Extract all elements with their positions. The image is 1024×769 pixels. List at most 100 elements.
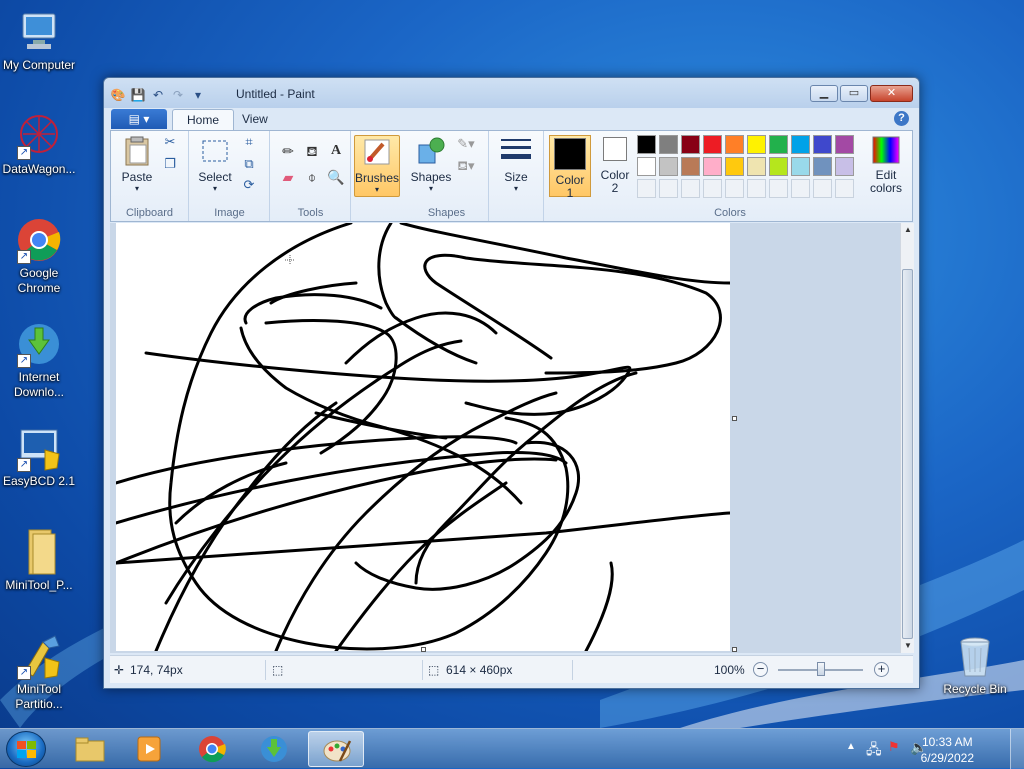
magnifier-icon[interactable]: 🔍: [325, 165, 347, 187]
palette-swatch[interactable]: [637, 135, 656, 154]
zoom-in-button[interactable]: +: [874, 662, 889, 677]
desktop-icon-label: MiniTool Partitio...: [15, 682, 63, 711]
desktop-icon-minitool-folder[interactable]: MiniTool_P...: [0, 528, 81, 593]
palette-swatch[interactable]: [703, 157, 722, 176]
palette-swatch[interactable]: [835, 157, 854, 176]
save-icon[interactable]: 💾: [130, 87, 146, 103]
desktop-icon-easybcd[interactable]: ↗ EasyBCD 2.1: [0, 424, 81, 489]
select-button[interactable]: Select ▾: [194, 135, 236, 193]
paste-button[interactable]: Paste ▾: [117, 135, 157, 193]
palette-swatch[interactable]: [637, 157, 656, 176]
palette-swatch[interactable]: [813, 135, 832, 154]
palette-swatch[interactable]: [769, 135, 788, 154]
scroll-thumb[interactable]: [902, 269, 913, 639]
close-button[interactable]: ✕: [870, 85, 913, 102]
resize-handle-corner[interactable]: [732, 647, 737, 652]
palette-swatch[interactable]: [703, 135, 722, 154]
pencil-icon[interactable]: ✏: [277, 139, 299, 161]
desktop-icon-recycle-bin[interactable]: Recycle Bin: [933, 632, 1017, 697]
show-desktop-button[interactable]: [1010, 729, 1024, 769]
custom-color-slot[interactable]: [725, 179, 744, 198]
maximize-button[interactable]: ▭: [840, 85, 868, 102]
scroll-up-icon[interactable]: ▲: [901, 223, 915, 237]
vertical-scrollbar[interactable]: ▲ ▼: [900, 223, 914, 653]
action-center-icon[interactable]: ⚑: [888, 739, 900, 755]
paint-app-icon[interactable]: 🎨: [110, 87, 126, 103]
palette-swatch[interactable]: [791, 135, 810, 154]
redo-icon[interactable]: ↷: [170, 87, 186, 103]
network-icon[interactable]: 🖧: [866, 739, 882, 763]
custom-color-slot[interactable]: [835, 179, 854, 198]
palette-swatch[interactable]: [747, 135, 766, 154]
title-bar[interactable]: 🎨 💾 ↶ ↷ ▾ Untitled - Paint ▁ ▭ ✕: [104, 78, 919, 108]
help-icon[interactable]: ?: [894, 111, 909, 126]
palette-swatch[interactable]: [835, 135, 854, 154]
rotate-icon[interactable]: ⟳: [240, 176, 258, 194]
desktop-icon-my-computer[interactable]: My Computer: [0, 8, 81, 73]
crop-icon[interactable]: ⌗: [240, 133, 258, 151]
edit-colors-icon: [872, 136, 900, 164]
size-button[interactable]: Size ▾: [496, 135, 536, 193]
brushes-button[interactable]: Brushes ▾: [354, 135, 400, 197]
copy-icon[interactable]: ❐: [161, 155, 179, 173]
shapes-button[interactable]: Shapes ▾: [409, 135, 453, 193]
taskbar-internet-download-manager[interactable]: [246, 731, 302, 767]
custom-color-slot[interactable]: [813, 179, 832, 198]
color1-button[interactable]: Color 1: [549, 135, 591, 200]
fill-shape-icon[interactable]: ⛾▾: [457, 157, 475, 175]
zoom-out-button[interactable]: −: [753, 662, 768, 677]
palette-swatch[interactable]: [791, 157, 810, 176]
undo-icon[interactable]: ↶: [150, 87, 166, 103]
custom-color-slot[interactable]: [791, 179, 810, 198]
edit-colors-button[interactable]: Edit colors: [863, 135, 909, 195]
zoom-slider-thumb[interactable]: [817, 662, 825, 676]
drawing-canvas[interactable]: [114, 223, 732, 653]
color2-button[interactable]: Color 2: [595, 135, 635, 197]
palette-swatch[interactable]: [681, 157, 700, 176]
color-picker-icon[interactable]: ⌽: [301, 165, 323, 187]
palette-swatch[interactable]: [681, 135, 700, 154]
palette-swatch[interactable]: [747, 157, 766, 176]
palette-swatch[interactable]: [659, 135, 678, 154]
palette-swatch[interactable]: [659, 157, 678, 176]
resize-icon[interactable]: ⧉: [240, 155, 258, 173]
custom-color-slot[interactable]: [769, 179, 788, 198]
paint-window: 🎨 💾 ↶ ↷ ▾ Untitled - Paint ▁ ▭ ✕ ▤ ▾ Hom…: [103, 77, 920, 689]
start-button[interactable]: [6, 731, 46, 767]
custom-color-slot[interactable]: [703, 179, 722, 198]
desktop-icon-internet-download[interactable]: ↗ Internet Downlo...: [0, 320, 81, 400]
shortcut-arrow-icon: ↗: [17, 146, 31, 160]
group-label: Image: [214, 207, 245, 219]
tab-view[interactable]: View: [228, 109, 282, 130]
desktop-icon-minitool-partition[interactable]: ↗ MiniTool Partitio...: [0, 632, 81, 712]
taskbar-paint[interactable]: [308, 731, 364, 767]
desktop-icon-datawagon[interactable]: ↗ DataWagon...: [0, 112, 81, 177]
taskbar-explorer[interactable]: [62, 731, 118, 767]
colors-group: Color 1 Color 2 Edit colors Colors: [545, 131, 915, 221]
custom-color-slot[interactable]: [681, 179, 700, 198]
outline-icon[interactable]: ✎▾: [457, 135, 475, 153]
custom-color-slot[interactable]: [659, 179, 678, 198]
palette-swatch[interactable]: [769, 157, 788, 176]
cut-icon[interactable]: ✂: [161, 133, 179, 151]
desktop-icon-google-chrome[interactable]: ↗ Google Chrome: [0, 216, 81, 296]
paint-menu-button[interactable]: ▤ ▾: [111, 109, 167, 129]
tab-home[interactable]: Home: [172, 109, 235, 130]
clock[interactable]: 10:33 AM 6/29/2022: [921, 734, 974, 766]
show-hidden-icons-icon[interactable]: ▲: [846, 741, 856, 752]
resize-handle-right[interactable]: [732, 416, 737, 421]
palette-swatch[interactable]: [813, 157, 832, 176]
fill-icon[interactable]: ⛾: [301, 139, 323, 161]
resize-handle-bottom[interactable]: [421, 647, 426, 652]
scroll-down-icon[interactable]: ▼: [901, 639, 915, 653]
minimize-button[interactable]: ▁: [810, 85, 838, 102]
palette-swatch[interactable]: [725, 135, 744, 154]
custom-color-slot[interactable]: [747, 179, 766, 198]
customize-toolbar-icon[interactable]: ▾: [190, 87, 206, 103]
taskbar-chrome[interactable]: [184, 731, 240, 767]
palette-swatch[interactable]: [725, 157, 744, 176]
taskbar-media-player[interactable]: [122, 731, 178, 767]
text-icon[interactable]: A: [325, 139, 347, 161]
eraser-icon[interactable]: ▰: [277, 165, 299, 187]
custom-color-slot[interactable]: [637, 179, 656, 198]
